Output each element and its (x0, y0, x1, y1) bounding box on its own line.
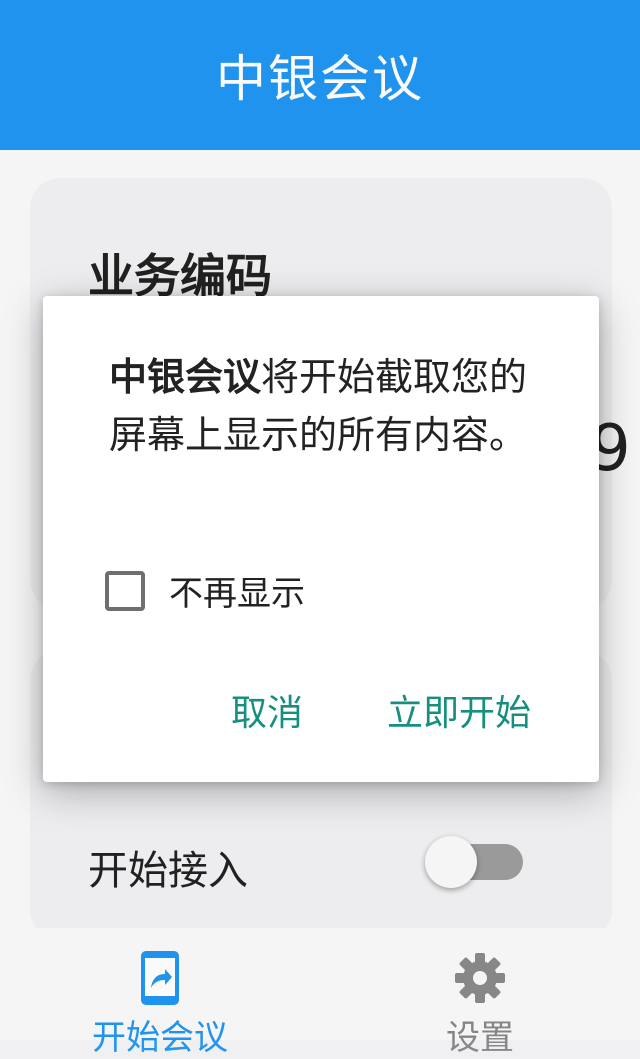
dont-show-again-row[interactable]: 不再显示 (105, 566, 305, 615)
start-now-button[interactable]: 立即开始 (387, 684, 531, 736)
dialog-app-name: 中银会议 (109, 355, 262, 399)
dialog-message: 中银会议将开始截取您的屏幕上显示的所有内容。 (109, 348, 549, 464)
cancel-button[interactable]: 取消 (231, 684, 303, 736)
screen-capture-dialog: 中银会议将开始截取您的屏幕上显示的所有内容。 不再显示 取消 立即开始 (43, 296, 599, 782)
dont-show-again-label: 不再显示 (169, 574, 305, 614)
dont-show-again-checkbox[interactable] (105, 570, 145, 611)
